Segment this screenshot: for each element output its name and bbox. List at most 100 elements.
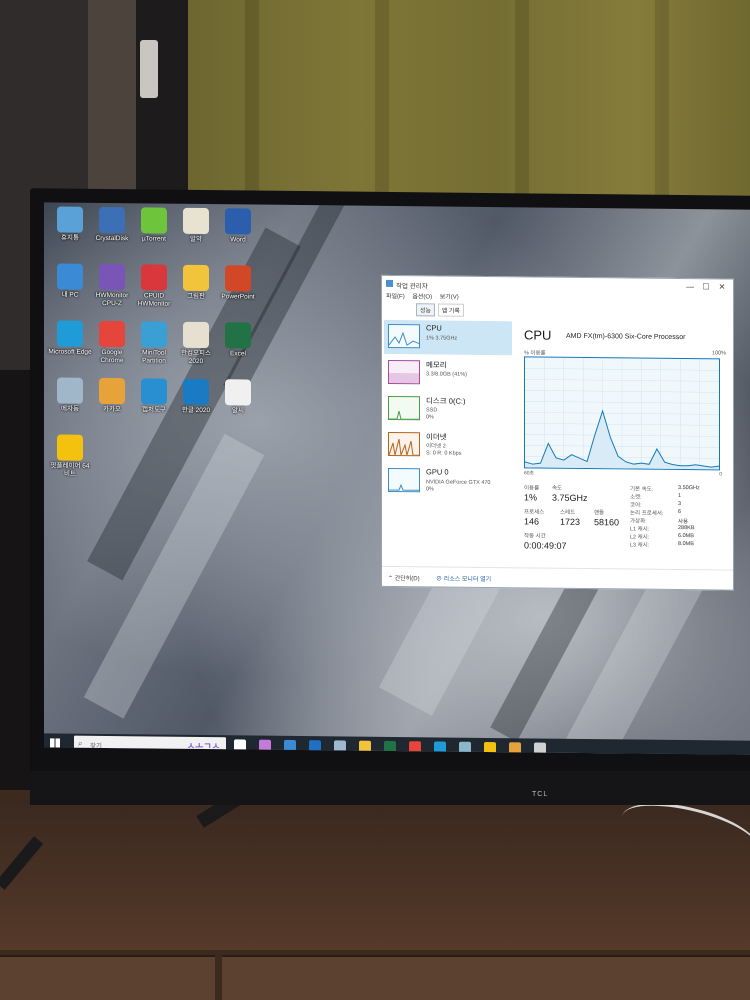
app-icon (57, 377, 83, 404)
handles-value: 58160 (594, 517, 620, 528)
desktop-icon-label: Excel (230, 350, 246, 358)
spec-label: 기본 속도: (630, 486, 654, 493)
app-icon (99, 263, 125, 291)
app-icon (57, 320, 83, 347)
sidebar-item-cpu[interactable]: CPU 1% 3.75GHz (384, 319, 512, 356)
app-icon (225, 265, 251, 292)
task-manager-window[interactable]: 작업 관리자 — ☐ ✕ 파일(F) 옵션(O) 보기(V) 성능 앱 기록 C… (381, 274, 734, 591)
desktop-icon[interactable]: 한컴오피스 2020 (174, 321, 218, 365)
spec-label: 소켓: (630, 494, 642, 501)
store-icon[interactable] (284, 739, 296, 752)
app-icon (183, 264, 209, 292)
resource-sidebar: CPU 1% 3.75GHz 메모리 3.3/8.0GB (41%) 디스크 0… (384, 319, 512, 561)
desktop-icon-label: 한컴오피스 2020 (181, 349, 211, 365)
desktop-icon-label: Microsoft Edge (48, 348, 92, 356)
close-button[interactable]: ✕ (715, 282, 729, 291)
tab-app-history[interactable]: 앱 기록 (437, 303, 464, 317)
drawer (0, 955, 215, 1000)
spec-value: 6 (678, 508, 682, 516)
app-icon (99, 206, 125, 234)
potplayer-icon[interactable] (484, 741, 496, 755)
sidebar-item-disk[interactable]: 디스크 0(C:) SSD 0% (384, 392, 512, 427)
menu-options[interactable]: 옵션(O) (412, 294, 432, 300)
desktop-icon[interactable]: 한글 2020 (174, 378, 218, 415)
spec-value: 1 (678, 492, 682, 500)
curtain-fold (515, 0, 529, 212)
desktop-icon[interactable]: 내 PC (48, 263, 92, 299)
search-placeholder: 찾기 (90, 741, 102, 750)
desktop-icon[interactable]: 휴지통 (48, 206, 92, 242)
excel-icon[interactable] (384, 740, 396, 754)
app-icon (57, 434, 83, 461)
speaker (0, 370, 34, 830)
task-view-icon[interactable] (234, 739, 246, 752)
ethernet-thumbnail-graph (388, 431, 420, 457)
desktop-icon[interactable]: 카카오 (90, 377, 134, 414)
task-manager-icon (386, 279, 393, 288)
network-icon[interactable] (459, 741, 471, 754)
desktop-icon[interactable]: 그림판 (174, 264, 218, 301)
cpu-model: AMD FX(tm)-6300 Six-Core Processor (566, 332, 686, 342)
start-icon[interactable] (50, 738, 60, 749)
maximize-button[interactable]: ☐ (699, 282, 713, 291)
desktop-icon[interactable]: 팟플레이어 64 비트 (48, 434, 92, 477)
files-icon[interactable] (509, 742, 521, 755)
desktop-icon[interactable]: Word (216, 208, 260, 244)
desktop-icon[interactable]: MiniTool Partition (132, 321, 176, 364)
spec-label: L1 캐시: (630, 526, 650, 533)
desktop-icon[interactable]: 알씨 (216, 379, 260, 415)
chrome-icon[interactable] (409, 741, 421, 754)
sidebar-item-detail: 0% (426, 486, 434, 493)
desktop-icon[interactable]: 메자동 (48, 377, 92, 413)
desktop-icon-label: MiniTool Partition (142, 349, 166, 365)
desktop-icon[interactable]: CrystalDisk (90, 206, 134, 243)
door-handle (140, 40, 158, 98)
cpu-heading: CPU (524, 327, 552, 343)
explorer-icon[interactable] (359, 740, 371, 753)
desktop-icon[interactable]: 캡처도구 (132, 378, 176, 414)
taskbar: ⌕ 찾기 ㅅㅗㄱㅅ (44, 733, 750, 755)
uptime-value: 0:00:49:07 (524, 540, 567, 551)
sidebar-item-memory[interactable]: 메모리 3.3/8.0GB (41%) (384, 356, 512, 391)
search-box[interactable]: ⌕ 찾기 ㅅㅗㄱㅅ (74, 735, 226, 754)
copilot-icon[interactable] (259, 739, 271, 752)
spec-value: 288KB (678, 524, 695, 532)
app-icon (99, 320, 125, 348)
desktop-icon-label: 카카오 (103, 405, 121, 414)
desktop-icon[interactable]: Microsoft Edge (48, 320, 92, 356)
desktop-icon[interactable]: Google Chrome (90, 320, 134, 364)
edge-icon[interactable] (434, 741, 446, 754)
fewer-details-link[interactable]: ⌃ 간단히(D) (388, 573, 420, 582)
desktop-icon[interactable]: HWMonitor CPU-Z (90, 263, 134, 307)
app-icon (141, 321, 167, 348)
minimize-button[interactable]: — (683, 282, 697, 291)
resource-monitor-link[interactable]: ⊘ 리소스 모니터 열기 (436, 573, 491, 583)
spec-value: 3.50GHz (678, 484, 700, 492)
desktop-icon-label: 한글 2020 (181, 406, 211, 415)
app-icon (183, 378, 209, 406)
desktop-icon[interactable]: CPUID HWMonitor (132, 264, 176, 307)
desktop-icon[interactable]: 알약 (174, 207, 218, 244)
desktop-icon[interactable]: µTorrent (132, 207, 176, 243)
settings-icon[interactable] (534, 742, 546, 755)
app-icon (225, 379, 251, 406)
tab-performance[interactable]: 성능 (416, 303, 436, 317)
menu-view[interactable]: 보기(V) (440, 294, 459, 300)
desktop-icon[interactable]: PowerPoint (216, 265, 260, 301)
spec-value: 8.0MB (678, 540, 694, 548)
sidebar-item-ethernet[interactable]: 이더넷 이더넷 2 S: 0 R: 0 Kbps (384, 428, 512, 463)
app-icon (225, 208, 251, 235)
threads-label: 스레드 (560, 509, 576, 516)
threads-value: 1723 (560, 516, 581, 527)
menu-file[interactable]: 파일(F) (386, 294, 405, 300)
outlook-icon[interactable] (309, 740, 321, 753)
desktop-icon-label: Word (230, 236, 246, 244)
search-highlight-art: ㅅㅗㄱㅅ (186, 741, 220, 753)
search-icon: ⌕ (78, 738, 83, 748)
processes-value: 146 (524, 516, 540, 527)
task-manager-icon[interactable] (334, 740, 346, 753)
desktop-icon-label: CPUID HWMonitor (137, 292, 171, 308)
sidebar-item-gpu[interactable]: GPU 0 NVIDIA GeForce GTX 470 0% (384, 464, 512, 499)
desktop-icon[interactable]: Excel (216, 322, 260, 358)
app-icon (141, 264, 167, 291)
